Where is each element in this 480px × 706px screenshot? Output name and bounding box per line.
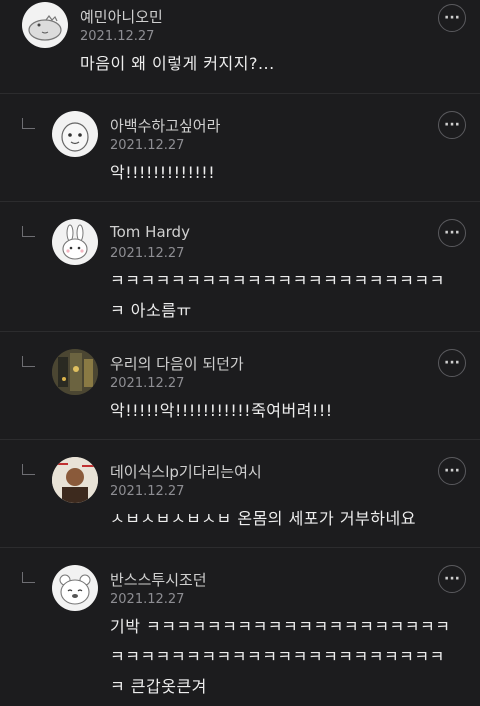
comment-author[interactable]: 예민아니오민 bbox=[80, 6, 163, 27]
comment-author[interactable]: 아백수하고싶어라 bbox=[110, 115, 220, 136]
reply-indicator-icon bbox=[22, 118, 35, 129]
comment-date: 2021.12.27 bbox=[110, 592, 185, 607]
comment-text: ㅋㅋㅋㅋㅋㅋㅋㅋㅋㅋㅋㅋㅋㅋㅋㅋㅋㅋㅋㅋㅋㅋㅋ 아소름ㅠ bbox=[110, 271, 445, 320]
rabbit-avatar[interactable] bbox=[52, 219, 98, 265]
person-photo-avatar[interactable] bbox=[52, 457, 98, 503]
more-dots-icon: ··· bbox=[444, 571, 460, 587]
reply-indicator-icon bbox=[22, 464, 35, 475]
more-options-button[interactable]: ··· bbox=[438, 457, 466, 485]
comment-author[interactable]: 우리의 다음이 되던가 bbox=[110, 353, 244, 374]
more-options-button[interactable]: ··· bbox=[438, 349, 466, 377]
comment-author[interactable]: 반스스투시조던 bbox=[110, 569, 207, 590]
more-options-button[interactable]: ··· bbox=[438, 219, 466, 247]
comment-text: 악!!!!!악!!!!!!!!!!!죽여버려!!! bbox=[110, 401, 333, 420]
reply-indicator-icon bbox=[22, 226, 35, 237]
more-options-button[interactable]: ··· bbox=[438, 565, 466, 593]
comment-text: 악!!!!!!!!!!!!! bbox=[110, 163, 216, 182]
more-dots-icon: ··· bbox=[444, 225, 460, 241]
more-dots-icon: ··· bbox=[444, 355, 460, 371]
comment-date: 2021.12.27 bbox=[110, 138, 185, 153]
more-options-button[interactable]: ··· bbox=[438, 4, 466, 32]
reply-indicator-icon bbox=[22, 356, 35, 367]
comment-author[interactable]: 데이식스lp기다리는여시 bbox=[110, 461, 262, 482]
comment-date: 2021.12.27 bbox=[80, 29, 155, 44]
comment-reply: 우리의 다음이 되던가 2021.12.27 악!!!!!악!!!!!!!!!!… bbox=[0, 332, 480, 440]
more-options-button[interactable]: ··· bbox=[438, 111, 466, 139]
comment-author[interactable]: Tom Hardy bbox=[110, 223, 190, 241]
comment-date: 2021.12.27 bbox=[110, 246, 185, 261]
character-avatar[interactable] bbox=[52, 111, 98, 157]
comment-text: 마음이 왜 이렇게 커지지?... bbox=[80, 54, 275, 73]
more-dots-icon: ··· bbox=[444, 463, 460, 479]
bear-avatar[interactable] bbox=[52, 565, 98, 611]
more-dots-icon: ··· bbox=[444, 10, 460, 26]
more-dots-icon: ··· bbox=[444, 117, 460, 133]
reply-indicator-icon bbox=[22, 572, 35, 583]
comment-text: 기박 ㅋㅋㅋㅋㅋㅋㅋㅋㅋㅋㅋㅋㅋㅋㅋㅋㅋㅋㅋㅋㅋㅋㅋㅋㅋㅋㅋㅋㅋㅋㅋㅋㅋㅋㅋㅋㅋ… bbox=[110, 617, 451, 696]
comment-date: 2021.12.27 bbox=[110, 484, 185, 499]
dinosaur-avatar[interactable] bbox=[22, 2, 68, 48]
comment-reply: 아백수하고싶어라 2021.12.27 악!!!!!!!!!!!!! ··· bbox=[0, 94, 480, 202]
comment-reply: 데이식스lp기다리는여시 2021.12.27 ㅅㅂㅅㅂㅅㅂㅅㅂ 온몸의 세포가… bbox=[0, 440, 480, 548]
comment-item: 예민아니오민 2021.12.27 마음이 왜 이렇게 커지지?... ··· bbox=[0, 0, 480, 94]
comment-text: ㅅㅂㅅㅂㅅㅂㅅㅂ 온몸의 세포가 거부하네요 bbox=[110, 509, 416, 528]
comment-reply: Tom Hardy 2021.12.27 ㅋㅋㅋㅋㅋㅋㅋㅋㅋㅋㅋㅋㅋㅋㅋㅋㅋㅋㅋ… bbox=[0, 202, 480, 332]
comment-reply: 반스스투시조던 2021.12.27 기박 ㅋㅋㅋㅋㅋㅋㅋㅋㅋㅋㅋㅋㅋㅋㅋㅋㅋㅋ… bbox=[0, 548, 480, 706]
photo-avatar[interactable] bbox=[52, 349, 98, 395]
comment-date: 2021.12.27 bbox=[110, 376, 185, 391]
